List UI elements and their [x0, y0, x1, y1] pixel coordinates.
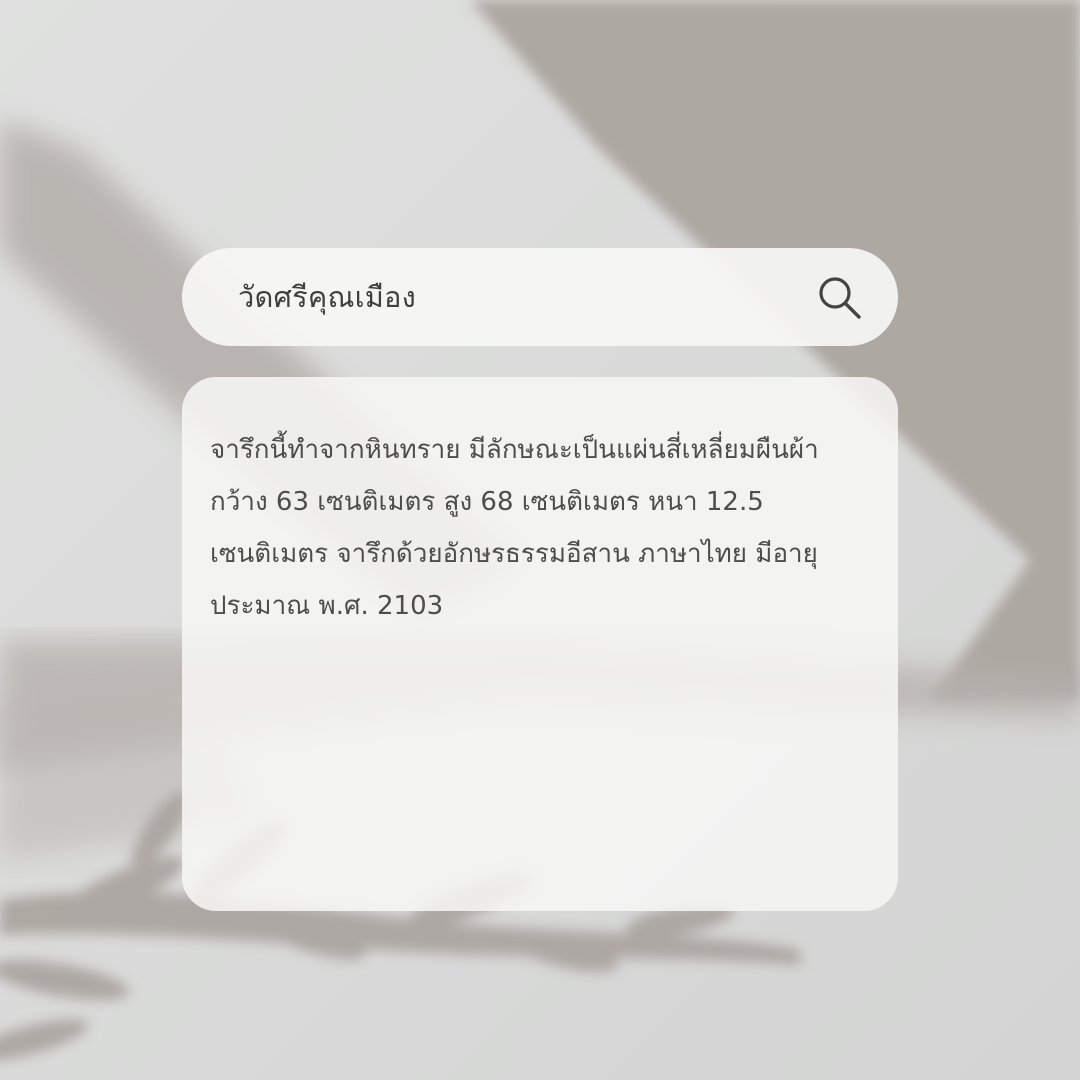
- search-query-text[interactable]: วัดศรีคุณเมือง: [238, 274, 416, 320]
- result-card: จารึกนี้ทำจากหินทราย มีลักษณะเป็นแผ่นสี่…: [182, 377, 898, 911]
- result-description: จารึกนี้ทำจากหินทราย มีลักษณะเป็นแผ่นสี่…: [210, 435, 819, 621]
- page: วัดศรีคุณเมือง จารึกนี้ทำจากหินทราย มีลั…: [0, 0, 1080, 1080]
- search-bar[interactable]: วัดศรีคุณเมือง: [182, 248, 898, 346]
- search-icon[interactable]: [814, 272, 864, 322]
